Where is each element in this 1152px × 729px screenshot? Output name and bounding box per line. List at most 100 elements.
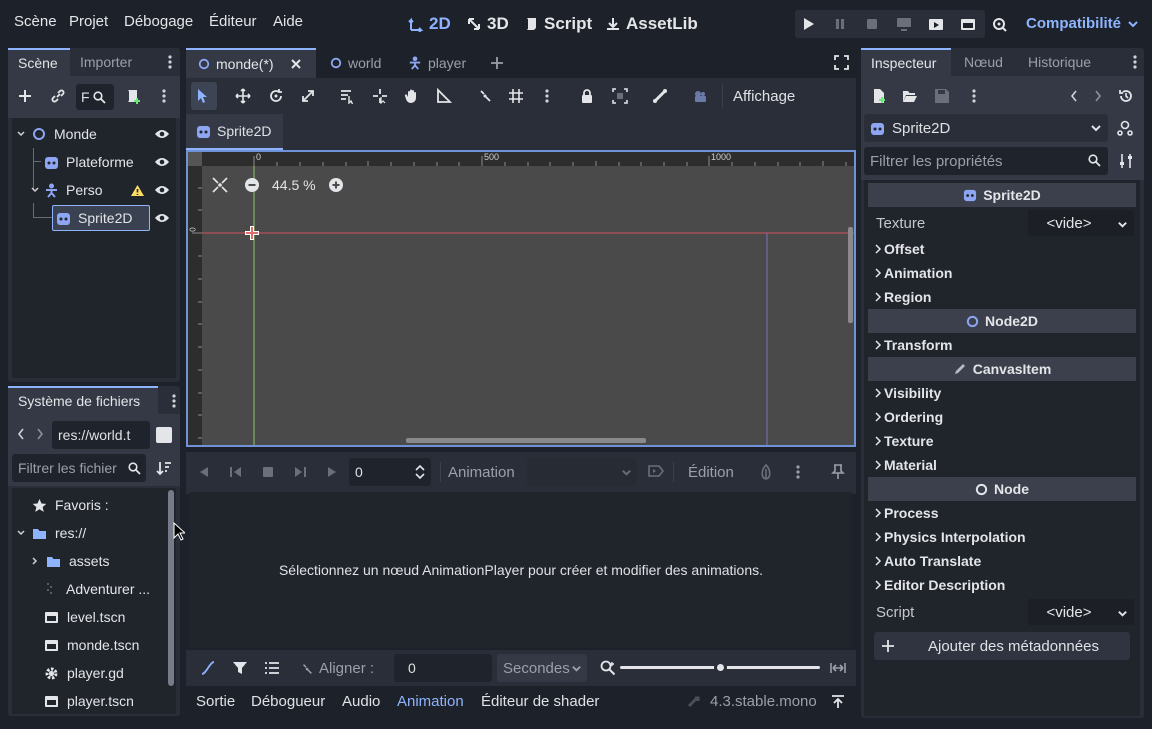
file-item-favorites[interactable]: Favoris : (14, 491, 164, 519)
zoom-out-icon[interactable] (244, 177, 260, 193)
select-tool-button[interactable] (196, 88, 210, 107)
visibility-eye-icon[interactable] (154, 184, 170, 196)
visibility-eye-icon[interactable] (154, 156, 170, 168)
rotate-tool-button[interactable] (268, 88, 284, 107)
scene-filter-input[interactable]: F (76, 84, 114, 110)
tree-item-sprite2d[interactable]: Sprite2D (14, 204, 174, 232)
pan-tool-button[interactable] (404, 88, 420, 107)
mode-assetlib-button[interactable]: AssetLib (605, 14, 698, 34)
anim-time-field[interactable]: 0 (349, 458, 431, 486)
menu-debug[interactable]: Débogage (124, 13, 193, 30)
anim-zoom-slider-knob[interactable] (714, 661, 727, 674)
section-sprite2d[interactable]: Sprite2D (868, 183, 1136, 207)
tab-import[interactable]: Importer (80, 48, 150, 76)
bottom-tab-animation[interactable]: Animation (397, 693, 464, 710)
distraction-free-button[interactable] (834, 55, 849, 73)
node-tab-sprite2d[interactable]: Sprite2D (186, 114, 283, 150)
save-resource-button[interactable] (934, 88, 950, 107)
bottom-tab-output[interactable]: Sortie (196, 693, 235, 710)
move-tool-button[interactable] (235, 88, 251, 107)
smart-snap-button[interactable] (477, 88, 493, 107)
spin-arrows-icon[interactable] (415, 464, 425, 480)
play-button[interactable] (795, 12, 821, 36)
scene-dock-menu-button[interactable] (168, 54, 172, 73)
filter-tracks-button[interactable] (232, 660, 248, 679)
animation-select[interactable] (527, 458, 637, 486)
movie-maker-button[interactable] (987, 12, 1013, 36)
warning-icon[interactable] (130, 184, 145, 197)
camera-override-button[interactable] (692, 88, 708, 107)
autoplay-button[interactable] (648, 464, 664, 481)
file-tree-scrollbar[interactable] (168, 490, 174, 686)
file-item-monde[interactable]: monde.tscn (14, 631, 164, 659)
group-region[interactable]: Region (872, 285, 931, 309)
tab-inspector[interactable]: Inspecteur (861, 48, 951, 76)
chevron-down-icon[interactable] (1117, 219, 1128, 230)
scene-tab-player[interactable]: player (408, 48, 466, 78)
scene-tab-world[interactable]: world (330, 48, 381, 78)
onion-skin-button[interactable] (758, 464, 774, 483)
inspector-options-button[interactable] (1118, 153, 1134, 172)
file-item-res[interactable]: res:// (14, 519, 164, 547)
section-canvasitem[interactable]: CanvasItem (868, 357, 1136, 381)
tab-filesystem[interactable]: Système de fichiers (8, 386, 158, 414)
file-filter-input[interactable]: Filtrer les fichier (12, 454, 146, 482)
tab-scene[interactable]: Scène (8, 48, 70, 76)
snap-options-button[interactable] (545, 88, 549, 107)
split-mode-button[interactable] (156, 427, 172, 443)
file-item-player-gd[interactable]: player.gd (14, 659, 164, 687)
bezier-button[interactable] (200, 660, 216, 679)
close-icon[interactable] (290, 58, 302, 70)
zoom-level[interactable]: 44.5 % (272, 177, 316, 193)
file-item-player-tscn[interactable]: player.tscn (14, 687, 164, 715)
snap-step-field[interactable]: 0 (394, 654, 492, 682)
menu-project[interactable]: Projet (69, 13, 108, 30)
pause-button[interactable] (827, 12, 853, 36)
section-node2d[interactable]: Node2D (868, 309, 1136, 333)
scale-tool-button[interactable] (300, 88, 316, 107)
ruler-tool-button[interactable] (436, 88, 452, 107)
group-transform[interactable]: Transform (872, 333, 952, 357)
chevron-down-icon[interactable] (1117, 608, 1128, 619)
chevron-right-icon[interactable] (28, 556, 42, 566)
group-tracks-button[interactable] (264, 660, 280, 679)
group-auto-translate[interactable]: Auto Translate (872, 549, 981, 573)
history-forward-button[interactable] (36, 427, 44, 444)
mode-2d-button[interactable]: 2D (408, 14, 451, 34)
inspector-dock-menu-button[interactable] (1133, 54, 1137, 73)
instance-scene-button[interactable] (50, 88, 66, 107)
scene-tab-monde[interactable]: monde(*) (186, 48, 316, 78)
play-current-scene-button[interactable] (923, 12, 949, 36)
tab-node[interactable]: Nœud (964, 48, 1003, 76)
next-object-button[interactable] (1094, 89, 1102, 106)
object-selector[interactable]: Sprite2D (864, 114, 1108, 142)
resource-menu-button[interactable] (972, 88, 976, 107)
center-view-icon[interactable] (212, 177, 228, 193)
group-texture[interactable]: Texture (872, 429, 934, 453)
renderer-select[interactable]: Compatibilité (1026, 15, 1139, 32)
visibility-eye-icon[interactable] (154, 212, 170, 224)
file-item-level[interactable]: level.tscn (14, 603, 164, 631)
group-process[interactable]: Process (872, 501, 938, 525)
skeleton-button[interactable] (652, 88, 668, 107)
remote-debug-button[interactable] (891, 12, 917, 36)
zoom-in-icon[interactable] (328, 177, 344, 193)
tab-history[interactable]: Historique (1028, 48, 1091, 76)
group-visibility[interactable]: Visibility (872, 381, 941, 405)
menu-editor[interactable]: Éditeur (209, 13, 257, 30)
load-resource-button[interactable] (902, 88, 918, 107)
pin-button[interactable] (831, 464, 845, 483)
onion-options-button[interactable] (796, 464, 800, 483)
property-filter-input[interactable]: Filtrer les propriétés (864, 147, 1108, 175)
lock-button[interactable] (580, 88, 594, 107)
play-backwards-start-button[interactable] (229, 465, 243, 482)
chevron-down-icon[interactable] (14, 129, 28, 139)
fit-timeline-button[interactable] (830, 660, 846, 679)
chevron-down-icon[interactable] (14, 528, 28, 538)
canvas-viewport[interactable]: 0 500 1000 0 44.5 % (186, 150, 856, 447)
group-material[interactable]: Material (872, 453, 937, 477)
sort-button[interactable] (156, 460, 172, 479)
chevron-down-icon[interactable] (28, 185, 42, 195)
new-scene-tab-button[interactable] (489, 55, 505, 74)
file-item-assets[interactable]: assets (14, 547, 164, 575)
